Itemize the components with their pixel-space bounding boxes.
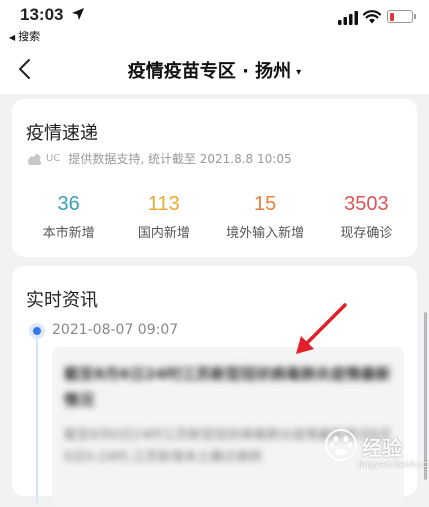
wifi-icon xyxy=(363,10,381,24)
stat-label: 国内新增 xyxy=(137,226,190,241)
data-source: UC 提供数据支持, 统计截至 2021.8.8 10:05 xyxy=(26,150,292,167)
battery-level xyxy=(389,12,394,21)
page-title[interactable]: 疫情疫苗专区 · 扬州 ▾ xyxy=(0,57,429,83)
stat-value: 113 xyxy=(147,193,180,215)
news-headline: 截至8月6日24时江苏新型冠状病毒肺炎疫情最新情况 xyxy=(64,365,391,409)
stat-value: 3503 xyxy=(344,193,389,215)
uc-logo-text: UC xyxy=(46,153,61,164)
status-bar: 13:03 ◀ 搜索 xyxy=(0,0,429,44)
page-title-text: 疫情疫苗专区 · 扬州 xyxy=(127,61,292,82)
caret-down-icon: ▾ xyxy=(296,67,302,78)
baidu-jingyan-watermark: 经验 jingyan.baidu.com xyxy=(318,424,429,476)
stat-domestic-new[interactable]: 113 国内新增 xyxy=(113,193,214,241)
stat-label: 现存确诊 xyxy=(340,226,393,241)
watermark-url: jingyan.baidu.com xyxy=(358,460,429,470)
back-to-app-link[interactable]: ◀ 搜索 xyxy=(9,28,40,44)
location-arrow-icon xyxy=(72,8,84,20)
source-text: 提供数据支持, 统计截至 2021.8.8 10:05 xyxy=(68,152,292,166)
stats-row: 36 本市新增 113 国内新增 15 境外输入新增 3503 现存确诊 xyxy=(12,193,417,241)
nav-bar: 疫情疫苗专区 · 扬州 ▾ xyxy=(0,44,429,94)
red-annotation-arrow-icon xyxy=(296,303,347,354)
stat-value: 15 xyxy=(254,193,277,215)
stat-label: 本市新增 xyxy=(42,226,95,241)
uc-squirrel-logo-icon xyxy=(28,153,42,165)
paw-logo-icon xyxy=(325,429,357,461)
watermark-text: 经验 xyxy=(362,436,402,460)
stat-current-confirmed[interactable]: 3503 现存确诊 xyxy=(316,193,417,241)
timeline-dot xyxy=(29,323,45,339)
stat-value: 36 xyxy=(57,193,80,215)
stat-imported-new[interactable]: 15 境外输入新增 xyxy=(215,193,316,241)
stat-label: 境外输入新增 xyxy=(226,226,305,241)
stat-local-new[interactable]: 36 本市新增 xyxy=(18,193,119,241)
news-timestamp: 2021-08-07 09:07 xyxy=(52,322,179,338)
status-time: 13:03 xyxy=(20,5,64,24)
cellular-signal-icon xyxy=(338,11,358,25)
overview-title: 疫情速递 xyxy=(26,123,98,144)
back-app-label: 搜索 xyxy=(18,30,41,43)
timeline-line xyxy=(36,333,38,503)
news-title: 实时资讯 xyxy=(26,290,98,311)
battery-low-icon xyxy=(387,10,416,23)
epidemic-overview-card: 疫情速递 UC 提供数据支持, 统计截至 2021.8.8 10:05 36 本… xyxy=(12,99,417,257)
back-triangle-icon: ◀ xyxy=(9,33,16,42)
